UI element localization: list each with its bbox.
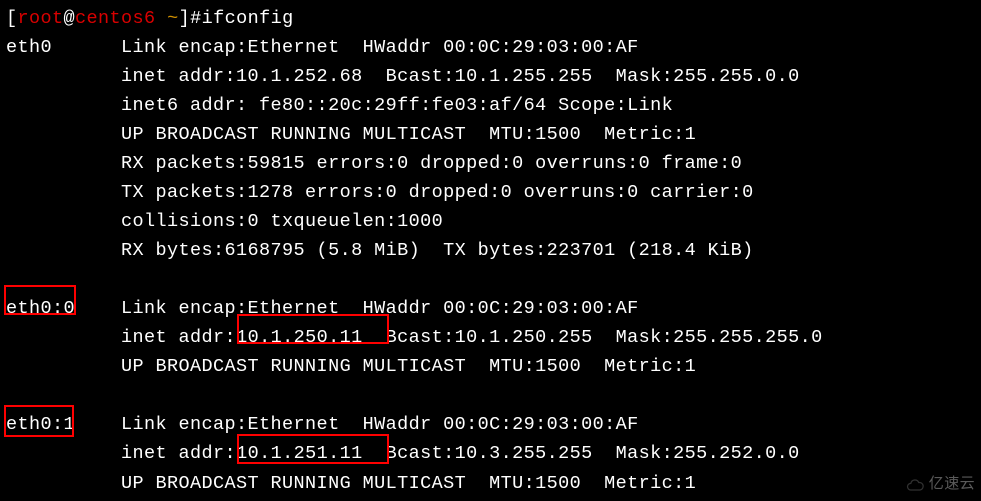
eth0-line-7: collisions:0 txqueuelen:1000 <box>6 207 975 236</box>
prompt-path: ~ <box>167 8 179 29</box>
eth0-0-ip: 10.1.250.11 <box>236 327 363 348</box>
eth0-0-line-1: eth0:0 Link encap:Ethernet HWaddr 00:0C:… <box>6 294 975 323</box>
eth0-line-3: inet6 addr: fe80::20c:29ff:fe03:af/64 Sc… <box>6 91 975 120</box>
eth0-1-line-2: inet addr:10.1.251.11 Bcast:10.3.255.255… <box>6 439 975 468</box>
prompt-user: root <box>18 8 64 29</box>
prompt-space <box>156 8 168 29</box>
iface-eth0-0: eth0:0 <box>6 298 75 319</box>
eth0-line-5: RX packets:59815 errors:0 dropped:0 over… <box>6 149 975 178</box>
eth0-0-line-2: inet addr:10.1.250.11 Bcast:10.1.250.255… <box>6 323 975 352</box>
eth0-1-line-1: eth0:1 Link encap:Ethernet HWaddr 00:0C:… <box>6 410 975 439</box>
eth0-line-1: eth0 Link encap:Ethernet HWaddr 00:0C:29… <box>6 33 975 62</box>
eth0-line-6: TX packets:1278 errors:0 dropped:0 overr… <box>6 178 975 207</box>
blank-2 <box>6 381 975 410</box>
eth0-line-2: inet addr:10.1.252.68 Bcast:10.1.255.255… <box>6 62 975 91</box>
eth0-line-8: RX bytes:6168795 (5.8 MiB) TX bytes:2237… <box>6 236 975 265</box>
terminal-window[interactable]: [root@centos6 ~]#ifconfig eth0 Link enca… <box>0 0 981 501</box>
prompt-bracket-open: [ <box>6 8 18 29</box>
blank-1 <box>6 265 975 294</box>
prompt-at: @ <box>64 8 76 29</box>
eth0-line-4: UP BROADCAST RUNNING MULTICAST MTU:1500 … <box>6 120 975 149</box>
prompt-line: [root@centos6 ~]#ifconfig <box>6 4 975 33</box>
command-text: ifconfig <box>202 8 294 29</box>
eth0-0-line-3: UP BROADCAST RUNNING MULTICAST MTU:1500 … <box>6 352 975 381</box>
prompt-bracket-close: ]# <box>179 8 202 29</box>
eth0-1-ip: 10.1.251.11 <box>236 443 363 464</box>
eth0-1-line-3: UP BROADCAST RUNNING MULTICAST MTU:1500 … <box>6 469 975 498</box>
iface-eth0-1: eth0:1 <box>6 414 75 435</box>
iface-eth0: eth0 <box>6 37 52 58</box>
prompt-host: centos6 <box>75 8 156 29</box>
